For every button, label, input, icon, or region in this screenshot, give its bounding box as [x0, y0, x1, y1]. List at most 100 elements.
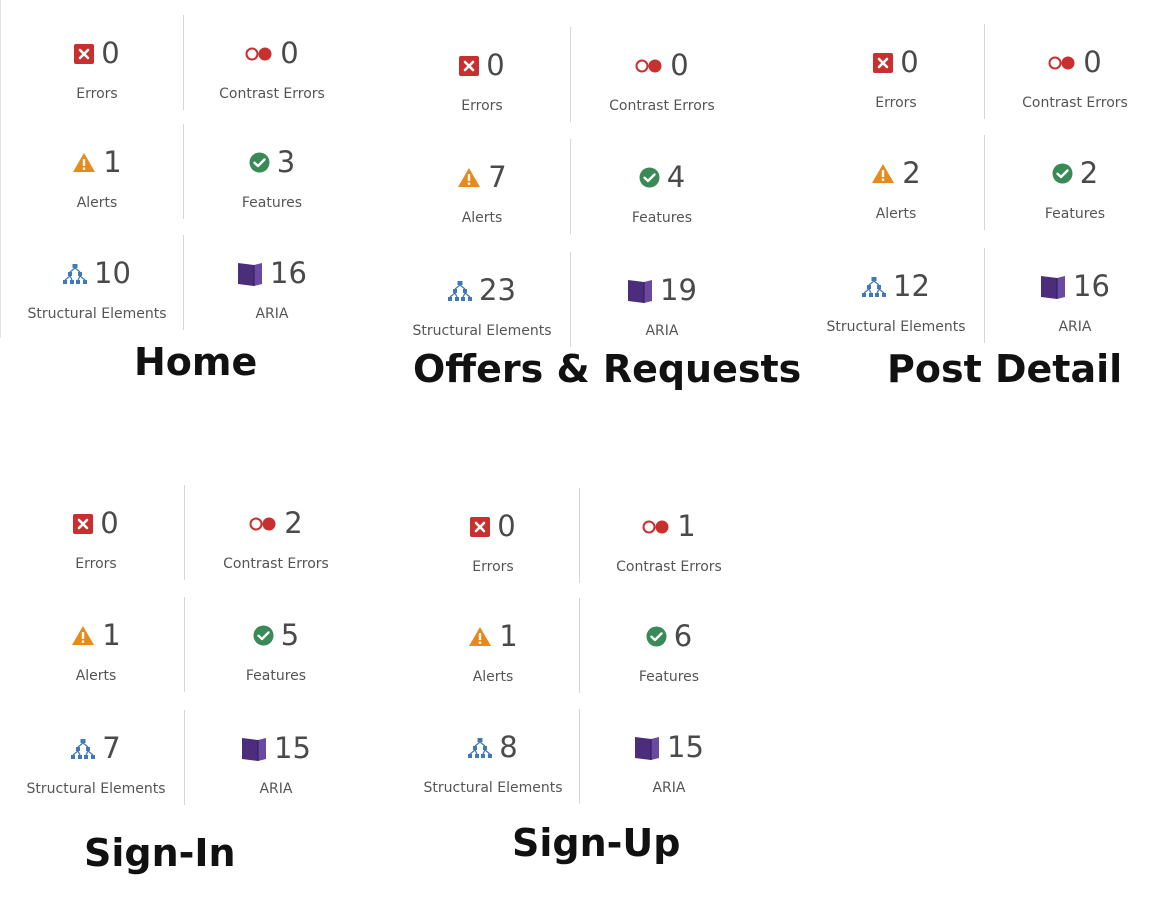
error-icon — [470, 516, 491, 537]
count-value: 5 — [280, 618, 300, 652]
count-value: 7 — [102, 731, 121, 765]
count-value: 12 — [893, 269, 930, 303]
count-value: 0 — [486, 48, 505, 82]
summary-item-structural: 10 Structural Elements — [7, 256, 187, 323]
summary-item-features: 4 Features — [572, 163, 752, 227]
count-label: Alerts — [461, 210, 503, 226]
count-label: Structural Elements — [826, 319, 966, 335]
summary-item-features: 6 Features — [579, 622, 759, 686]
feature-icon — [1052, 163, 1073, 184]
page-caption-post-detail: Post Detail — [887, 347, 1123, 391]
left-edge-line — [0, 0, 1, 338]
feature-icon — [639, 167, 660, 188]
count-value: 1 — [103, 145, 122, 179]
count-value: 2 — [284, 506, 303, 540]
feature-icon — [253, 625, 274, 646]
count-value: 2 — [902, 156, 921, 190]
contrast-error-icon — [1048, 55, 1076, 71]
count-label: Features — [638, 669, 700, 685]
count-label: Alerts — [472, 669, 514, 685]
count-label: Contrast Errors — [219, 86, 325, 102]
error-icon — [873, 52, 894, 73]
page-caption-sign-in: Sign-In — [84, 831, 236, 875]
aria-icon — [1040, 274, 1066, 300]
count-value: 19 — [660, 273, 697, 307]
count-label: ARIA — [645, 323, 679, 339]
count-value: 8 — [499, 730, 518, 764]
summary-item-contrast: 0 Contrast Errors — [572, 48, 752, 115]
count-label: ARIA — [255, 306, 289, 322]
summary-item-errors: 0 Errors — [806, 48, 986, 111]
count-value: 2 — [1079, 156, 1099, 190]
contrast-error-icon — [635, 58, 663, 74]
structure-icon — [448, 280, 473, 301]
summary-item-alerts: 1 Alerts — [7, 148, 187, 211]
summary-item-errors: 0 Errors — [403, 512, 583, 575]
count-value: 0 — [280, 36, 299, 70]
summary-item-alerts: 1 Alerts — [403, 622, 583, 685]
error-icon — [459, 55, 480, 76]
count-value: 16 — [270, 256, 307, 290]
summary-item-errors: 0 Errors — [392, 51, 572, 114]
summary-item-features: 2 Features — [985, 156, 1165, 223]
error-icon — [74, 43, 95, 64]
count-label: Structural Elements — [412, 323, 552, 339]
summary-item-structural: 12 Structural Elements — [806, 269, 986, 336]
count-value: 1 — [499, 619, 518, 653]
count-value: 0 — [101, 36, 120, 70]
count-label: Errors — [75, 556, 117, 572]
count-label: Contrast Errors — [1022, 95, 1128, 111]
count-label: ARIA — [652, 780, 686, 796]
count-label: Contrast Errors — [223, 556, 329, 572]
alert-icon — [468, 626, 492, 647]
count-label: Errors — [875, 95, 917, 111]
summary-item-features: 3 Features — [182, 145, 362, 212]
count-value: 1 — [102, 618, 121, 652]
count-label: ARIA — [259, 781, 293, 797]
count-value: 15 — [274, 731, 311, 765]
structure-icon — [862, 276, 887, 297]
contrast-error-icon — [642, 519, 670, 535]
structure-icon — [71, 738, 96, 759]
count-value: 0 — [900, 45, 919, 79]
count-label: Features — [241, 195, 303, 211]
count-value: 0 — [670, 48, 689, 82]
count-value: 7 — [488, 160, 507, 194]
count-label: Features — [1044, 206, 1106, 222]
count-value: 15 — [667, 730, 704, 764]
summary-item-contrast: 0 Contrast Errors — [182, 36, 362, 103]
count-label: Alerts — [76, 195, 118, 211]
count-label: Features — [631, 210, 693, 226]
count-label: Structural Elements — [423, 780, 563, 796]
summary-item-errors: 0 Errors — [6, 509, 186, 572]
count-label: Contrast Errors — [616, 559, 722, 575]
summary-item-features: 5 Features — [186, 618, 366, 685]
count-label: Features — [245, 668, 307, 684]
summary-item-errors: 0 Errors — [7, 39, 187, 102]
count-value: 23 — [479, 273, 516, 307]
summary-item-alerts: 7 Alerts — [392, 163, 572, 226]
page-caption-home: Home — [134, 340, 258, 384]
structure-icon — [63, 263, 88, 284]
alert-icon — [72, 152, 96, 173]
page-caption-offers-requests: Offers & Requests — [413, 347, 802, 391]
summary-item-aria: 19 ARIA — [572, 276, 752, 339]
error-icon — [73, 513, 94, 534]
alert-icon — [871, 163, 895, 184]
count-value: 16 — [1073, 269, 1110, 303]
count-label: Errors — [76, 86, 118, 102]
count-value: 10 — [94, 256, 131, 290]
count-label: ARIA — [1058, 319, 1092, 335]
summary-item-structural: 23 Structural Elements — [392, 273, 572, 340]
aria-icon — [237, 261, 263, 287]
count-label: Alerts — [75, 668, 117, 684]
summary-item-aria: 15 ARIA — [579, 733, 759, 796]
count-value: 1 — [677, 509, 696, 543]
feature-icon — [646, 626, 667, 647]
summary-item-aria: 16 ARIA — [182, 259, 362, 322]
summary-item-alerts: 1 Alerts — [6, 621, 186, 684]
structure-icon — [468, 737, 493, 758]
summary-item-alerts: 2 Alerts — [806, 159, 986, 222]
count-value: 0 — [1083, 45, 1102, 79]
count-value: 3 — [276, 145, 296, 179]
